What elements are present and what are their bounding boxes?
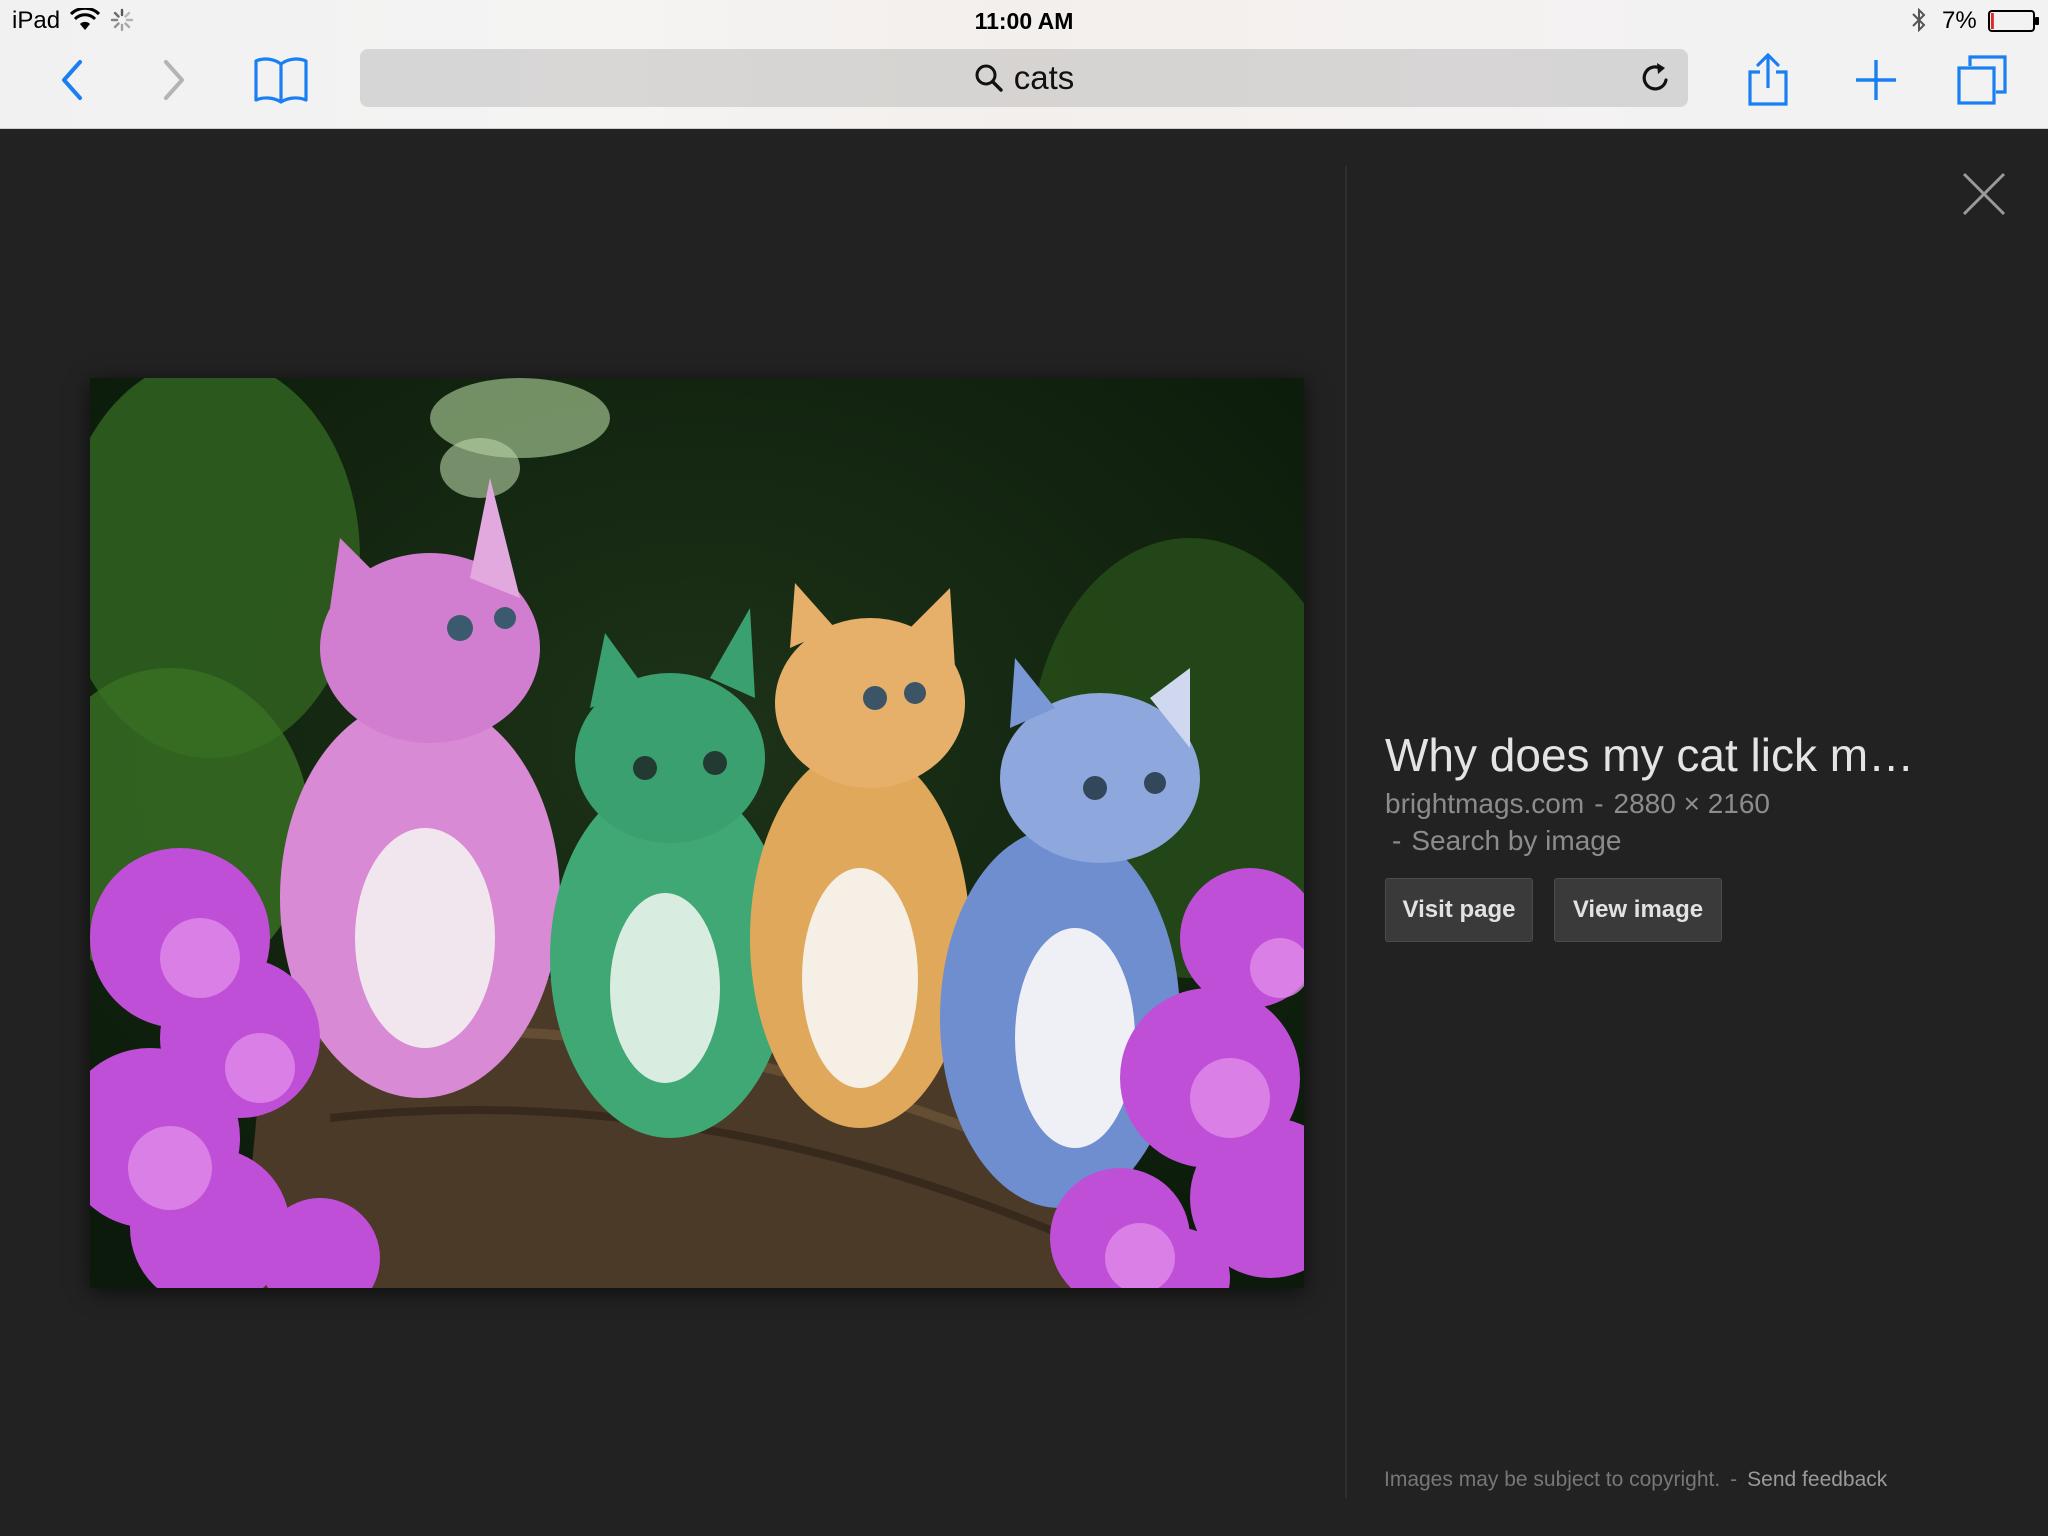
bookmarks-book-icon [254, 57, 308, 104]
reload-icon[interactable] [1638, 60, 1674, 96]
search-icon [975, 64, 1003, 92]
bluetooth-icon [1912, 7, 1926, 33]
forward-chevron-icon [164, 60, 184, 100]
close-icon[interactable] [1958, 168, 2010, 220]
footer-separator: - [1730, 1468, 1738, 1491]
view-image-button[interactable]: View image [1554, 878, 1722, 942]
forward-button[interactable] [150, 52, 198, 108]
plus-icon [1856, 60, 1896, 100]
bookmarks-button[interactable] [250, 52, 312, 108]
source-domain-link[interactable]: brightmags.com [1385, 788, 1584, 819]
new-tab-button[interactable] [1846, 52, 1906, 108]
back-chevron-icon [62, 60, 82, 100]
copyright-notice: Images may be subject to copyright. [1384, 1468, 1721, 1491]
battery-icon [1988, 10, 2039, 32]
status-time: 11:00 AM [974, 8, 1074, 34]
battery-percentage: 7% [1942, 7, 1977, 34]
tabs-icon [1957, 55, 2007, 105]
visit-page-button[interactable]: Visit page [1385, 878, 1533, 942]
image-meta: brightmags.com -2880 × 2160 [1385, 788, 1770, 820]
search-by-image-line: - Search by image [1392, 825, 1621, 857]
viewer-divider [1345, 166, 1347, 1498]
meta-separator: - [1594, 788, 1604, 819]
address-text: cats [1013, 59, 1075, 96]
kittens-photo [90, 378, 1304, 1288]
tabs-button[interactable] [1952, 52, 2012, 108]
share-button[interactable] [1740, 52, 1796, 108]
back-button[interactable] [48, 52, 96, 108]
preview-image-kittens[interactable] [90, 378, 1304, 1288]
search-by-image-link[interactable]: Search by image [1411, 825, 1621, 856]
share-icon [1748, 52, 1788, 106]
footer: Images may be subject to copyright. - Send… [1384, 1468, 1887, 1492]
send-feedback-link[interactable]: Send feedback [1747, 1468, 1887, 1491]
browser-chrome: iPad 11:00 AM 7% cats [0, 0, 2048, 129]
address-bar[interactable]: cats [360, 49, 1688, 107]
search-separator: - [1392, 825, 1402, 856]
image-dimensions: 2880 × 2160 [1613, 788, 1771, 819]
image-title[interactable]: Why does my cat lick m… [1385, 728, 1985, 782]
